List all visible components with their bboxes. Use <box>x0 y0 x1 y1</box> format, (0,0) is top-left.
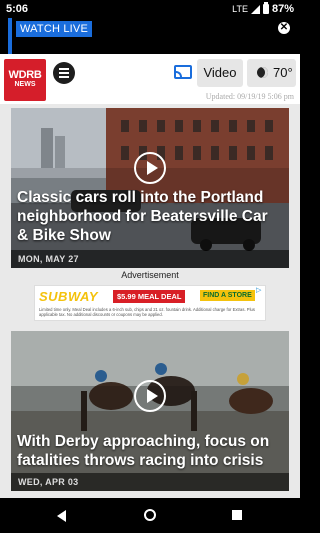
status-icons: LTE 87% <box>232 2 294 15</box>
story-card[interactable]: With Derby approaching, focus on fatalit… <box>11 331 289 491</box>
story-date: WED, APR 03 <box>11 473 289 491</box>
watch-live-label[interactable]: WATCH LIVE <box>16 21 93 37</box>
home-icon[interactable] <box>144 509 156 521</box>
story-headline[interactable]: Classic cars roll into the Portland neig… <box>17 188 283 245</box>
advertisement-banner[interactable]: SUBWAY $5.99 MEAL DEAL FIND A STORE Limi… <box>34 285 266 321</box>
play-icon[interactable] <box>134 380 166 412</box>
wdrb-logo[interactable]: WDRB NEWS <box>4 59 46 101</box>
ad-deal: $5.99 MEAL DEAL <box>113 290 186 303</box>
back-icon[interactable] <box>57 510 66 522</box>
status-time: 5:06 <box>6 3 29 15</box>
cast-icon[interactable] <box>174 65 192 79</box>
system-nav-bar <box>0 498 300 533</box>
logo-subtext: NEWS <box>14 81 36 88</box>
app-screen: 5:06 LTE 87% WATCH LIVE ✕ WDRB NEWS Vide… <box>0 0 300 533</box>
adchoices-icon[interactable]: ▷ <box>256 287 263 294</box>
watch-live-banner[interactable]: WATCH LIVE ✕ <box>0 18 300 54</box>
hamburger-icon <box>59 68 69 70</box>
story-card[interactable]: Classic cars roll into the Portland neig… <box>11 108 289 268</box>
play-icon[interactable] <box>134 152 166 184</box>
live-accent-bar <box>8 18 12 54</box>
ad-brand: SUBWAY <box>39 289 99 304</box>
network-label: LTE <box>232 4 248 14</box>
story-date: MON, MAY 27 <box>11 250 289 268</box>
logo-text: WDRB <box>8 69 42 81</box>
temperature: 70° <box>273 65 293 80</box>
signal-icon <box>250 4 260 14</box>
updated-timestamp: Updated: 09/19/19 5:06 pm <box>205 92 294 101</box>
battery-percent: 87% <box>271 3 294 15</box>
moon-icon <box>257 67 268 78</box>
story-headline[interactable]: With Derby approaching, focus on fatalit… <box>17 432 283 470</box>
ad-cta-button[interactable]: FIND A STORE <box>200 290 255 301</box>
ad-label: Advertisement <box>121 270 179 280</box>
battery-icon <box>262 2 269 14</box>
close-icon[interactable]: ✕ <box>278 22 290 34</box>
weather-button[interactable]: 70° <box>247 59 296 87</box>
recent-apps-icon[interactable] <box>232 510 242 520</box>
menu-button[interactable] <box>53 62 75 84</box>
status-bar: 5:06 LTE 87% <box>0 0 300 18</box>
ad-fine-print: Limited time only. Meal Deal includes a … <box>39 307 255 317</box>
video-button[interactable]: Video <box>197 59 243 87</box>
app-header: WDRB NEWS Video 70° Updated: 09/19/19 5:… <box>0 54 300 104</box>
